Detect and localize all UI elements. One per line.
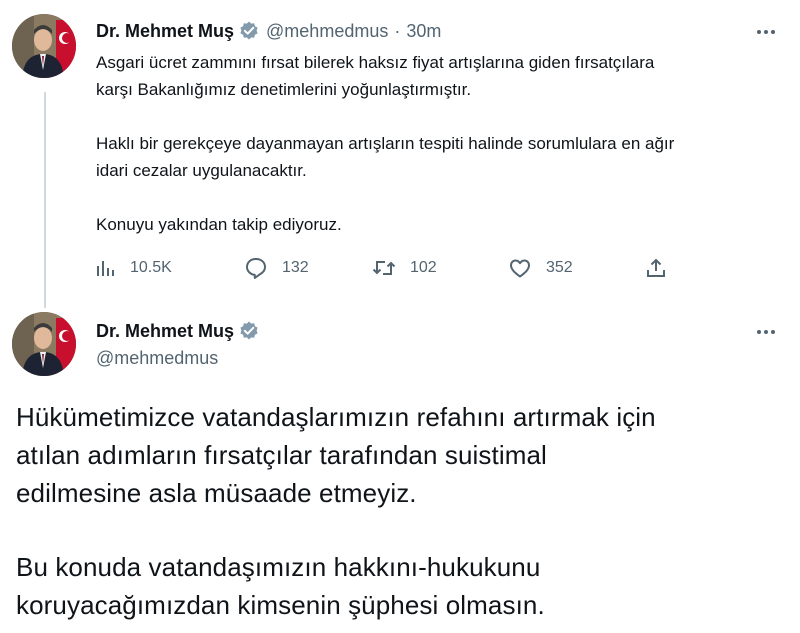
author-name[interactable]: Dr. Mehmet Muş [96, 21, 234, 42]
heart-icon [510, 259, 530, 278]
more-dots-icon[interactable] [752, 322, 780, 342]
tweet-action-bar: 10.5K 132 102 352 [94, 254, 684, 282]
tweet-line: koruyacağımızdan kimsenin şüphesi olması… [16, 590, 545, 620]
tweet-header: Dr. Mehmet Muş @mehmedmus · 30m [96, 20, 441, 42]
reply-bubble-icon [246, 258, 266, 279]
author-name[interactable]: Dr. Mehmet Muş [96, 321, 234, 342]
share-upload-icon [647, 258, 665, 277]
tweet-line: Hükümetimizce vatandaşlarımızın refahını… [16, 402, 656, 432]
tweet-line: Konuyu yakından takip ediyoruz. [96, 215, 342, 234]
verified-badge-icon [238, 320, 260, 342]
avatar[interactable] [12, 14, 76, 78]
tweet-header: Dr. Mehmet Muş [96, 320, 260, 342]
author-handle[interactable]: @mehmedmus [96, 348, 218, 369]
reply-button[interactable]: 132 [244, 254, 309, 282]
avatar[interactable] [12, 312, 76, 376]
retweet-arrows-icon [372, 261, 396, 275]
views-button[interactable]: 10.5K [94, 254, 172, 282]
views-count: 10.5K [130, 259, 172, 276]
more-dots-icon[interactable] [752, 22, 780, 42]
avatar-photo-icon [12, 14, 76, 78]
tweet-line: edilmesine asla müsaade etmeyiz. [16, 478, 417, 508]
separator-dot: · [394, 20, 401, 41]
tweet-thread-item[interactable]: Dr. Mehmet Muş @mehmedmus · 30m Asgari ü… [0, 0, 800, 308]
tweet-line: Bu konuda vatandaşımızın hakkını-hukukun… [16, 552, 541, 582]
tweet-body: Hükümetimizce vatandaşlarımızın refahını… [16, 398, 796, 624]
tweet-line: karşı Bakanlığımız denetimlerini yoğunla… [96, 80, 472, 99]
share-button[interactable] [644, 254, 682, 282]
tweet-main[interactable]: Dr. Mehmet Muş @mehmedmus Hükümetimizce … [0, 300, 800, 633]
like-button[interactable]: 352 [508, 254, 573, 282]
avatar-photo-icon [12, 312, 76, 376]
retweet-count: 102 [410, 259, 437, 276]
tweet-body: Asgari ücret zammını fırsat bilerek haks… [96, 49, 786, 238]
tweet-line: idari cezalar uygulanacaktır. [96, 161, 307, 180]
reply-count: 132 [282, 259, 309, 276]
verified-badge-icon [238, 20, 260, 42]
tweet-line: Haklı bir gerekçeye dayanmayan artışları… [96, 134, 675, 153]
author-handle[interactable]: @mehmedmus [266, 21, 388, 42]
thread-connector-line [44, 92, 46, 308]
tweet-line: atılan adımların fırsatçılar tarafından … [16, 440, 547, 470]
tweet-line: Asgari ücret zammını fırsat bilerek haks… [96, 53, 655, 72]
tweet-timestamp[interactable]: 30m [406, 21, 441, 42]
views-chart-icon [97, 261, 114, 276]
like-count: 352 [546, 259, 573, 276]
retweet-button[interactable]: 102 [372, 254, 437, 282]
